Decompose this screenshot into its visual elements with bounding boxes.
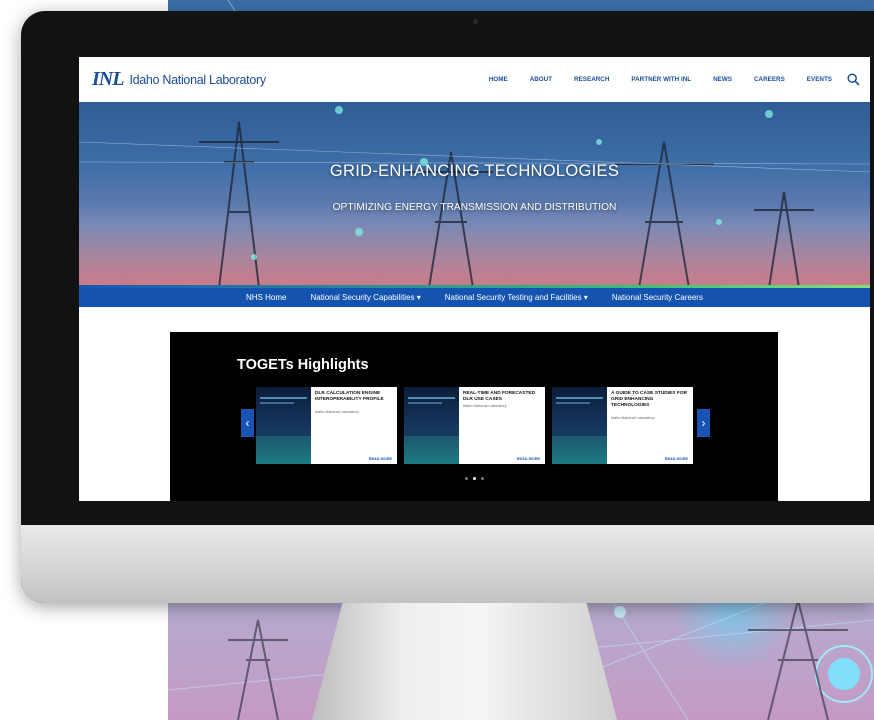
monitor-frame: INL Idaho National Laboratory HOME ABOUT… — [21, 11, 874, 603]
subnav-capabilities[interactable]: National Security Capabilities ▾ — [310, 293, 420, 302]
carousel-prev-button[interactable]: ‹ — [241, 409, 254, 437]
highlights-title: TOGETs Highlights — [237, 357, 369, 373]
sub-navigation: NHS Home National Security Capabilities … — [79, 288, 870, 307]
card-title: A GUIDE TO CASE STUDIES FOR GRID ENHANCI… — [611, 391, 687, 408]
nav-news[interactable]: NEWS — [713, 76, 732, 83]
inl-logo[interactable]: INL Idaho National Laboratory — [92, 68, 266, 91]
logo-name: Idaho National Laboratory — [129, 72, 266, 87]
nav-careers[interactable]: CAREERS — [754, 76, 785, 83]
report-cover-thumbnail — [552, 387, 607, 464]
nav-research[interactable]: RESEARCH — [574, 76, 609, 83]
camera-dot — [473, 19, 478, 24]
transmission-towers-image — [79, 106, 870, 288]
hero-subtitle: OPTIMIZING ENERGY TRANSMISSION AND DISTR… — [332, 202, 617, 213]
logo-mark: INL — [92, 68, 124, 90]
hero-accent-line — [79, 285, 870, 288]
website-screen: INL Idaho National Laboratory HOME ABOUT… — [79, 57, 870, 501]
card-title: DLR CALCULATION ENGINE INTEROPERABILITY … — [315, 391, 384, 402]
read-more-link[interactable]: READ MORE — [517, 457, 540, 461]
highlights-carousel: TOGETs Highlights ‹ DLR CALCULATION ENGI… — [170, 332, 778, 501]
read-more-link[interactable]: READ MORE — [369, 457, 392, 461]
hero-title: GRID-ENHANCING TECHNOLOGIES — [329, 162, 620, 180]
search-icon[interactable] — [847, 73, 860, 86]
subnav-testing-facilities[interactable]: National Security Testing and Facilities… — [445, 293, 588, 302]
highlight-card[interactable]: DLR CALCULATION ENGINE INTEROPERABILITY … — [256, 387, 397, 464]
subnav-careers[interactable]: National Security Careers — [612, 293, 703, 302]
card-org: Idaho National Laboratory — [463, 404, 507, 408]
carousel-pagination — [462, 477, 486, 480]
carousel-next-button[interactable]: › — [697, 409, 710, 437]
nav-partner-with-inl[interactable]: PARTNER WITH INL — [631, 76, 691, 83]
report-cover-thumbnail — [404, 387, 459, 464]
nav-about[interactable]: ABOUT — [530, 76, 552, 83]
carousel-dot[interactable] — [480, 477, 484, 480]
highlight-card[interactable]: REAL-TIME AND FORECASTED DLR USE CASES I… — [404, 387, 545, 464]
monitor-stand — [312, 603, 617, 720]
subnav-nhs-home[interactable]: NHS Home — [246, 293, 286, 302]
main-nav: HOME ABOUT RESEARCH PARTNER WITH INL NEW… — [467, 57, 860, 102]
site-header: INL Idaho National Laboratory HOME ABOUT… — [79, 57, 870, 102]
carousel-dot[interactable] — [464, 477, 468, 480]
nav-home[interactable]: HOME — [489, 76, 508, 83]
chevron-left-icon: ‹ — [245, 416, 250, 430]
nav-events[interactable]: EVENTS — [807, 76, 832, 83]
highlight-card[interactable]: A GUIDE TO CASE STUDIES FOR GRID ENHANCI… — [552, 387, 693, 464]
card-title: REAL-TIME AND FORECASTED DLR USE CASES — [463, 391, 536, 402]
card-org: Idaho National Laboratory — [611, 416, 655, 420]
carousel-dot-active[interactable] — [472, 477, 476, 480]
chevron-right-icon: › — [701, 416, 706, 430]
hero-banner: GRID-ENHANCING TECHNOLOGIES OPTIMIZING E… — [79, 102, 870, 288]
page-content: TOGETs Highlights ‹ DLR CALCULATION ENGI… — [79, 307, 870, 501]
monitor-chin — [21, 525, 874, 603]
read-more-link[interactable]: READ MORE — [665, 457, 688, 461]
report-cover-thumbnail — [256, 387, 311, 464]
card-org: Idaho National Laboratory — [315, 410, 359, 414]
